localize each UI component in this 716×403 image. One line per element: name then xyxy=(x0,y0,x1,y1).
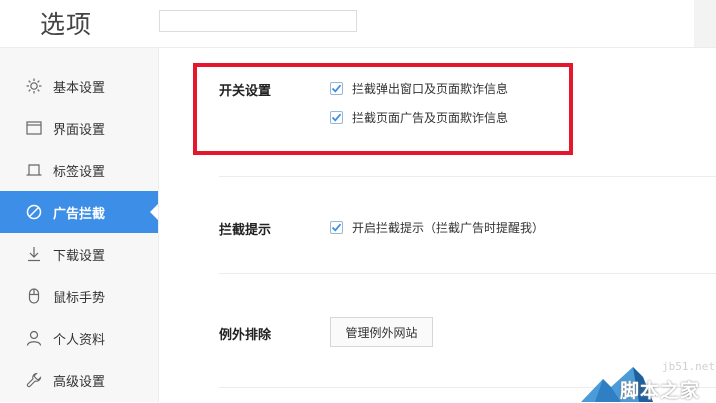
sidebar-item-label: 标签设置 xyxy=(53,164,106,180)
sidebar-item-label: 鼠标手势 xyxy=(53,290,106,306)
block-icon xyxy=(25,203,43,221)
sidebar-item-mouse-gesture[interactable]: 鼠标手势 xyxy=(0,275,158,317)
header-right-bar xyxy=(694,0,716,47)
sidebar-item-label: 界面设置 xyxy=(53,122,106,138)
sidebar-item-ui-settings[interactable]: 界面设置 xyxy=(0,107,158,149)
sidebar-item-label: 个人资料 xyxy=(53,332,106,348)
wrench-icon xyxy=(25,371,43,389)
sidebar-item-label: 广告拦截 xyxy=(53,206,106,222)
mouse-icon xyxy=(25,287,43,305)
block-tip-label: 拦截提示 xyxy=(219,223,272,238)
sidebar-item-label: 基本设置 xyxy=(53,80,106,96)
highlight-box xyxy=(193,63,573,155)
sidebar-item-tab-settings[interactable]: 标签设置 xyxy=(0,149,158,191)
sidebar-item-label: 下载设置 xyxy=(53,248,106,264)
sidebar-item-advanced-settings[interactable]: 高级设置 xyxy=(0,359,158,401)
manage-exceptions-button[interactable]: 管理例外网站 xyxy=(330,317,433,347)
exceptions-label: 例外排除 xyxy=(219,328,272,343)
sidebar-item-profile[interactable]: 个人资料 xyxy=(0,317,158,359)
block-tip-option-label: 开启拦截提示（拦截广告时提醒我） xyxy=(352,221,545,235)
divider xyxy=(219,176,716,177)
header-bar: 选项 xyxy=(0,0,716,48)
block-tip-checkbox[interactable] xyxy=(330,221,343,234)
search-input[interactable] xyxy=(159,10,357,32)
window-icon xyxy=(25,119,43,137)
tab-icon xyxy=(25,161,43,179)
sidebar-item-download-settings[interactable]: 下载设置 xyxy=(0,233,158,275)
block-tip-option[interactable]: 开启拦截提示（拦截广告时提醒我） xyxy=(330,219,544,236)
page-title: 选项 xyxy=(40,10,93,39)
download-icon xyxy=(25,245,43,263)
sun-icon xyxy=(25,77,43,95)
sidebar-item-label: 高级设置 xyxy=(53,374,106,390)
person-icon xyxy=(25,329,43,347)
watermark-name: 脚本之家 xyxy=(620,380,701,402)
divider xyxy=(219,273,716,274)
sidebar-item-basic-settings[interactable]: 基本设置 xyxy=(0,65,158,107)
sidebar: 基本设置 界面设置 标签设置 广告拦截 下载设置 鼠标手势 个人资料 高级设置 xyxy=(0,48,159,402)
sidebar-item-ad-block[interactable]: 广告拦截 xyxy=(0,191,158,233)
